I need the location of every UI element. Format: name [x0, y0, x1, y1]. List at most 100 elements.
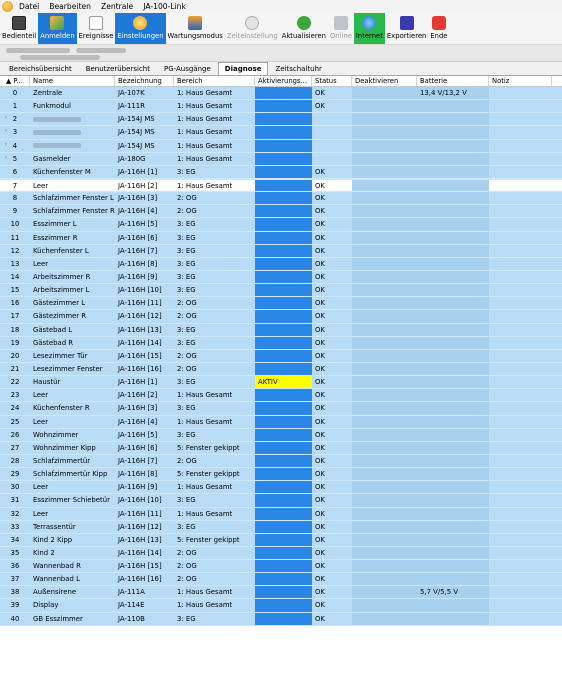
cell-notiz — [489, 245, 552, 257]
cell-bereich: 3: EG — [177, 259, 196, 268]
cell-deaktivieren — [352, 126, 417, 139]
table-row[interactable]: 39 Display JA-114E 1: Haus Gesamt OK — [0, 599, 562, 613]
cell-bereich: 1: Haus Gesamt — [177, 154, 233, 163]
table-row[interactable]: 1 Funkmodul JA-111R 1: Haus Gesamt OK — [0, 100, 562, 114]
table-row[interactable]: 22 Haustür JA-116H [1] 3: EG AKTIV OK — [0, 376, 562, 390]
table-row[interactable]: 26 Wohnzimmer JA-116H [5] 3: EG OK — [0, 428, 562, 442]
table-row[interactable]: 18 Gästebad L JA-116H [13] 3: EG OK — [0, 323, 562, 337]
menu-zentrale[interactable]: Zentrale — [97, 0, 139, 13]
table-row[interactable]: 20 Lesezimmer Tür JA-116H [15] 2: OG OK — [0, 349, 562, 363]
table-row[interactable]: 5 ᵗ Gasmelder JA-180G 1: Haus Gesamt — [0, 152, 562, 166]
col-header-batterie[interactable]: Batterie — [417, 76, 489, 86]
table-row[interactable]: 10 Esszimmer L JA-116H [5] 3: EG OK — [0, 218, 562, 232]
table-row[interactable]: 25 Leer JA-116H [4] 1: Haus Gesamt OK — [0, 415, 562, 429]
toolbar: Bedienteil Anmelden Ereignisse Einstellu… — [0, 13, 562, 45]
cell-position: 9 — [12, 207, 18, 216]
table-row[interactable]: 21 Lesezimmer Fenster JA-116H [16] 2: OG OK — [0, 362, 562, 377]
cell-aktivierung — [255, 612, 312, 625]
table-row[interactable]: 11 Esszimmer R JA-116H [6] 3: EG OK — [0, 231, 562, 245]
einstellungen-button[interactable]: Einstellungen — [115, 13, 166, 44]
table-row[interactable]: 34 Kind 2 Kipp JA-116H [13] 5: Fenster geki… — [0, 533, 562, 547]
online-button[interactable]: Online — [328, 13, 354, 44]
cell-bezeichnung: JA-116H [6] — [118, 443, 158, 452]
table-row[interactable]: 40 GB Esszimmer JA-110B 3: EG OK — [0, 612, 562, 626]
table-row[interactable]: 7 Leer JA-116H [2] 1: Haus Gesamt OK — [0, 178, 562, 193]
col-header-position[interactable]: ▲ P... — [0, 76, 30, 86]
tab-zeitschaltuhr[interactable]: Zeitschaltuhr — [268, 62, 328, 75]
internet-button[interactable]: Internet — [353, 13, 385, 44]
table-row[interactable]: 0 Zentrale JA-107K 1: Haus Gesamt OK 13,4 V/1… — [0, 87, 562, 101]
cell-bezeichnung: JA-116H [14] — [118, 338, 162, 347]
table-row[interactable]: 8 Schlafzimmer Fenster L JA-116H [3] 2: OG O… — [0, 192, 562, 206]
cell-bezeichnung: JA-116H [1] — [118, 378, 158, 387]
tab-bereichsuebersicht[interactable]: Bereichsübersicht — [2, 62, 79, 75]
cell-position: 3ᵗ — [5, 128, 18, 137]
cell-bereich: 1: Haus Gesamt — [177, 89, 233, 97]
col-header-name[interactable]: Name — [30, 76, 115, 86]
power-icon — [431, 16, 446, 30]
table-row[interactable]: 2 ᵗ JA-154J MS 1: Haus Gesamt — [0, 113, 562, 127]
table-row[interactable]: 24 Küchenfenster R JA-116H [3] 3: EG OK — [0, 402, 562, 416]
table-row[interactable]: 28 Schlafzimmertür JA-116H [7] 2: OG OK — [0, 454, 562, 469]
aktualisieren-button[interactable]: Aktualisieren — [280, 13, 328, 44]
table-row[interactable]: 35 Kind 2 JA-116H [14] 2: OG OK — [0, 546, 562, 561]
wartungsmodus-button[interactable]: Wartungsmodus — [166, 13, 225, 44]
table-row[interactable]: 9 Schlafzimmer Fenster R JA-116H [4] 2: OG O… — [0, 205, 562, 219]
menu-bearbeiten[interactable]: Bearbeiten — [45, 0, 97, 13]
anmelden-button[interactable]: Anmelden — [38, 13, 77, 44]
cell-notiz — [489, 442, 552, 454]
col-header-bezeichnung[interactable]: Bezeichnung — [115, 76, 174, 86]
cell-position: 30 — [10, 483, 20, 492]
col-header-bereich[interactable]: Bereich — [174, 76, 255, 86]
col-header-deaktivieren[interactable]: Deaktivieren — [352, 76, 417, 86]
table-row[interactable]: 36 Wannenbad R JA-116H [15] 2: OG OK — [0, 560, 562, 574]
table-row[interactable]: 32 Leer JA-116H [11] 1: Haus Gesamt OK — [0, 507, 562, 521]
table-row[interactable]: 15 Arbeitszimmer L JA-116H [10] 3: EG OK — [0, 284, 562, 298]
table-row[interactable]: 16 Gästezimmer L JA-116H [11] 2: OG OK — [0, 297, 562, 311]
cell-deaktivieren — [352, 428, 417, 441]
table-row[interactable]: 3 ᵗ JA-154J MS 1: Haus Gesamt — [0, 126, 562, 140]
table-row[interactable]: 23 Leer JA-116H [2] 1: Haus Gesamt OK — [0, 389, 562, 403]
table-row[interactable]: 13 Leer JA-116H [8] 3: EG OK — [0, 257, 562, 271]
tab-diagnose[interactable]: Diagnose — [217, 62, 269, 75]
table-row[interactable]: 33 Terrassentür JA-116H [12] 3: EG OK — [0, 520, 562, 534]
bedienteil-button[interactable]: Bedienteil — [0, 13, 38, 44]
table-row[interactable]: 27 Wohnzimmer Kipp JA-116H [6] 5: Fenster g… — [0, 441, 562, 455]
table-row[interactable]: 30 Leer JA-116H [9] 1: Haus Gesamt OK — [0, 481, 562, 495]
zeiteinstellung-button[interactable]: Zeiteinstellung — [225, 13, 280, 44]
table-row[interactable]: 12 Küchenfenster L JA-116H [7] 3: EG OK — [0, 244, 562, 258]
table-row[interactable]: 4 ᵗ JA-154J MS 1: Haus Gesamt — [0, 139, 562, 153]
table-row[interactable]: 37 Wannenbad L JA-116H [16] 2: OG OK — [0, 573, 562, 587]
cell-bezeichnung: JA-111R — [118, 102, 145, 111]
cell-position: 35 — [10, 548, 20, 557]
table-row[interactable]: 19 Gästebad R JA-116H [14] 3: EG OK — [0, 336, 562, 350]
cell-deaktivieren — [352, 599, 417, 612]
ereignisse-button[interactable]: Ereignisse — [77, 13, 116, 44]
cell-batterie — [417, 520, 489, 533]
col-header-status[interactable]: Status — [312, 76, 352, 86]
col-header-notiz[interactable]: Notiz — [489, 76, 552, 86]
table-row[interactable]: 14 Arbeitszimmer R JA-116H [9] 3: EG OK — [0, 270, 562, 285]
table-row[interactable]: 17 Gästezimmer R JA-116H [12] 2: OG OK — [0, 310, 562, 324]
table-row[interactable]: 38 Außensirene JA-111A 1: Haus Gesamt OK 5,7 … — [0, 586, 562, 600]
cell-batterie: 13,4 V/13,2 V — [417, 87, 489, 100]
cell-position: 36 — [10, 562, 20, 571]
table-row[interactable]: 29 Schlafzimmertür Kipp JA-116H [8] 5: Fens… — [0, 468, 562, 482]
menu-ja100link[interactable]: JA-100-Link — [139, 0, 192, 13]
refresh-icon — [296, 16, 311, 30]
ende-button[interactable]: Ende — [428, 13, 449, 44]
cell-deaktivieren — [352, 454, 417, 468]
cell-notiz — [489, 218, 552, 230]
tab-benutzeruebersicht[interactable]: Benutzerübersicht — [79, 62, 157, 75]
exportieren-button[interactable]: Exportieren — [385, 13, 428, 44]
cell-deaktivieren — [352, 179, 417, 192]
cell-notiz — [489, 599, 552, 611]
table-row[interactable]: 31 Esszimmer Schiebetür JA-116H [10] 3: EG O… — [0, 494, 562, 508]
cell-aktivierung — [255, 415, 312, 428]
table-row[interactable]: 6 Küchenfenster M JA-116H [1] 3: EG OK — [0, 165, 562, 179]
tab-pg-ausgaenge[interactable]: PG-Ausgänge — [157, 62, 218, 75]
menu-datei[interactable]: Datei — [15, 0, 45, 13]
cell-deaktivieren — [352, 192, 417, 205]
cell-deaktivieren — [352, 310, 417, 323]
col-header-aktivierung[interactable]: Aktivierungs... — [255, 76, 312, 86]
